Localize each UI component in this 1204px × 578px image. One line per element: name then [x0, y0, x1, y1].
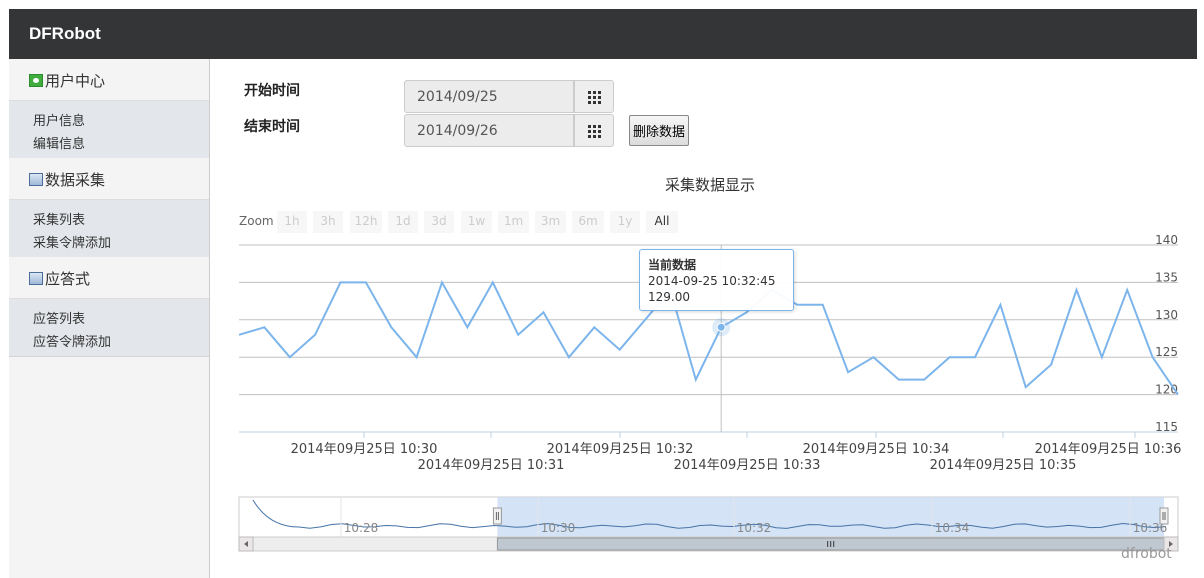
y-tick-label: 140 — [1155, 233, 1178, 247]
chart-credit[interactable]: dfrobot — [1121, 546, 1172, 562]
x-tick-label: 2014年09月25日 10:35 — [930, 458, 1077, 473]
tooltip-time: 2014-09-25 10:32:45 — [648, 274, 776, 288]
x-tick-label: 2014年09月25日 10:31 — [418, 458, 565, 473]
navigator-label: 10:32 — [737, 521, 772, 535]
tooltip-title: 当前数据 — [648, 258, 697, 272]
hover-point — [716, 322, 726, 332]
x-tick-label: 2014年09月25日 10:30 — [291, 442, 438, 457]
navigator-handle[interactable] — [1159, 507, 1169, 525]
y-tick-label: 125 — [1155, 345, 1178, 359]
x-tick-label: 2014年09月25日 10:32 — [547, 442, 694, 457]
y-tick-label: 135 — [1155, 270, 1178, 284]
line-chart: 1151201251301351402014年09月25日 10:30 2014年… — [238, 233, 1182, 552]
x-tick-label: 2014年09月25日 10:33 — [674, 458, 821, 473]
navigator-selection — [497, 497, 1164, 537]
navigator-label: 10:34 — [935, 521, 970, 535]
navigator-handle[interactable] — [492, 507, 502, 525]
x-tick-label: 2014年09月25日 10:34 — [803, 442, 950, 457]
navigator-label: 10:30 — [541, 521, 576, 535]
chart-tooltip: 当前数据 2014-09-25 10:32:45 129.00 — [639, 249, 794, 311]
x-tick-label: 2014年09月25日 10:36 — [1035, 442, 1182, 457]
tooltip-value: 129.00 — [648, 290, 690, 304]
y-tick-label: 130 — [1155, 308, 1178, 322]
navigator-label: 10:28 — [344, 521, 379, 535]
